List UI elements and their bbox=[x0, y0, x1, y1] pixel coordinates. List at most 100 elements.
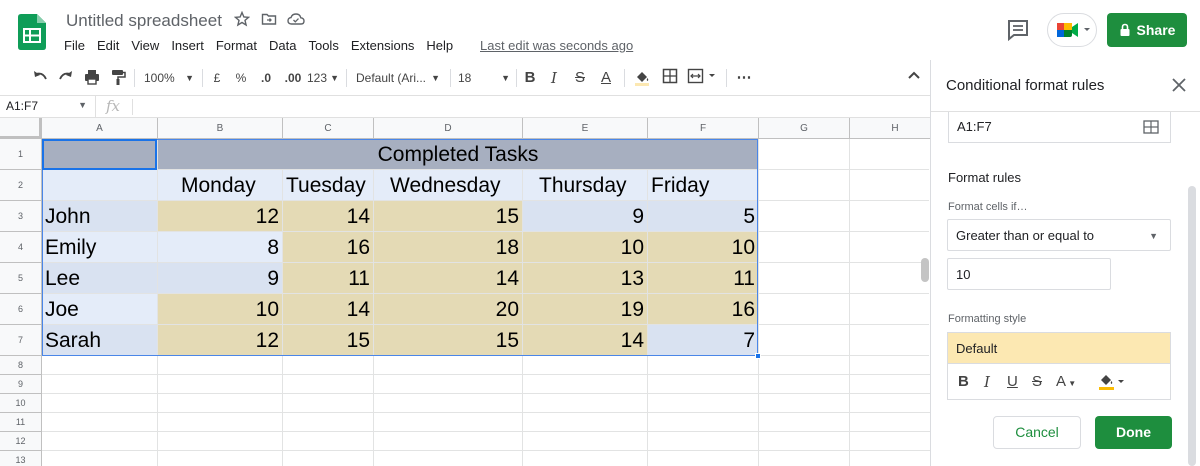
menu-insert[interactable]: Insert bbox=[165, 36, 210, 56]
move-folder-icon[interactable] bbox=[260, 11, 278, 29]
print-icon[interactable] bbox=[82, 68, 102, 88]
value-cell[interactable]: 14 bbox=[374, 263, 523, 294]
column-header-h[interactable]: H bbox=[850, 118, 930, 139]
value-cell[interactable]: 10 bbox=[648, 232, 759, 263]
merge-cells-icon[interactable] bbox=[686, 68, 720, 88]
row-header-8[interactable]: 8 bbox=[0, 356, 42, 375]
bold-icon[interactable]: B bbox=[522, 68, 538, 88]
cell-a1[interactable] bbox=[42, 139, 158, 170]
fill-handle[interactable] bbox=[755, 353, 761, 359]
redo-icon[interactable] bbox=[56, 68, 76, 88]
row-header-12[interactable]: 12 bbox=[0, 432, 42, 451]
panel-scrollbar[interactable] bbox=[1188, 186, 1196, 466]
more-formats-select[interactable]: 123 ▼ bbox=[307, 68, 339, 88]
format-percent-button[interactable]: % bbox=[234, 68, 248, 88]
row-header-11[interactable]: 11 bbox=[0, 413, 42, 432]
column-header-c[interactable]: C bbox=[283, 118, 374, 139]
menu-view[interactable]: View bbox=[125, 36, 165, 56]
condition-select[interactable]: Greater than or equal to ▼ bbox=[947, 219, 1171, 251]
borders-icon[interactable] bbox=[660, 68, 680, 88]
column-header-b[interactable]: B bbox=[158, 118, 283, 139]
menu-tools[interactable]: Tools bbox=[302, 36, 344, 56]
row-header-6[interactable]: 6 bbox=[0, 294, 42, 325]
value-cell[interactable]: 20 bbox=[374, 294, 523, 325]
column-header-f[interactable]: F bbox=[648, 118, 759, 139]
vertical-scrollbar[interactable] bbox=[921, 258, 929, 282]
value-cell[interactable]: 9 bbox=[523, 201, 648, 232]
row-header-10[interactable]: 10 bbox=[0, 394, 42, 413]
condition-value-input[interactable]: 10 bbox=[947, 258, 1111, 290]
underline-icon[interactable]: U bbox=[1007, 373, 1018, 390]
close-icon[interactable] bbox=[1169, 76, 1189, 96]
value-cell[interactable]: 14 bbox=[283, 294, 374, 325]
italic-icon[interactable]: I bbox=[984, 373, 990, 391]
star-icon[interactable] bbox=[233, 10, 251, 29]
value-cell[interactable]: 14 bbox=[283, 201, 374, 232]
row-header-1[interactable]: 1 bbox=[0, 139, 42, 170]
value-cell[interactable]: 19 bbox=[523, 294, 648, 325]
last-edit-link[interactable]: Last edit was seconds ago bbox=[480, 38, 633, 53]
zoom-select[interactable]: 100% ▼ bbox=[144, 68, 196, 88]
apply-to-range-input[interactable]: A1:F7 bbox=[948, 112, 1171, 143]
comment-history-icon[interactable] bbox=[1004, 16, 1032, 44]
done-button[interactable]: Done bbox=[1095, 416, 1172, 449]
bold-icon[interactable]: B bbox=[958, 373, 969, 390]
value-cell[interactable]: 13 bbox=[523, 263, 648, 294]
value-cell[interactable]: 11 bbox=[648, 263, 759, 294]
spreadsheet-grid[interactable]: A B C D E F G H 1 2 3 4 5 6 7 8 9 10 11 … bbox=[0, 118, 930, 466]
row-header-7[interactable]: 7 bbox=[0, 325, 42, 356]
format-currency-button[interactable]: £ bbox=[210, 68, 224, 88]
person-name-cell[interactable]: Sarah bbox=[42, 325, 158, 356]
person-name-cell[interactable]: Lee bbox=[42, 263, 158, 294]
day-header-tuesday[interactable]: Tuesday bbox=[283, 170, 374, 201]
value-cell[interactable]: 14 bbox=[523, 325, 648, 356]
value-cell[interactable]: 18 bbox=[374, 232, 523, 263]
cancel-button[interactable]: Cancel bbox=[993, 416, 1081, 449]
value-cell[interactable]: 10 bbox=[158, 294, 283, 325]
column-header-e[interactable]: E bbox=[523, 118, 648, 139]
menu-file[interactable]: File bbox=[58, 36, 91, 56]
menu-data[interactable]: Data bbox=[263, 36, 302, 56]
font-size-select[interactable]: 18 ▼ bbox=[458, 68, 510, 88]
value-cell[interactable]: 8 bbox=[158, 232, 283, 263]
text-color-icon[interactable]: A ▼ bbox=[1056, 373, 1076, 390]
menu-help[interactable]: Help bbox=[420, 36, 459, 56]
italic-icon[interactable]: I bbox=[546, 68, 562, 88]
value-cell[interactable]: 15 bbox=[374, 325, 523, 356]
person-name-cell[interactable]: John bbox=[42, 201, 158, 232]
collapse-toolbar-icon[interactable] bbox=[905, 68, 923, 88]
strikethrough-icon[interactable]: S bbox=[572, 68, 588, 88]
row-header-13[interactable]: 13 bbox=[0, 451, 42, 466]
meet-button[interactable] bbox=[1047, 13, 1097, 47]
value-cell[interactable]: 16 bbox=[648, 294, 759, 325]
value-cell[interactable]: 5 bbox=[648, 201, 759, 232]
column-header-a[interactable]: A bbox=[42, 118, 158, 139]
cell-a2[interactable] bbox=[42, 170, 158, 201]
formatting-style-preview[interactable]: Default bbox=[947, 332, 1171, 364]
document-title[interactable]: Untitled spreadsheet bbox=[66, 11, 222, 31]
day-header-wednesday[interactable]: Wednesday bbox=[374, 170, 523, 201]
sheets-logo-icon[interactable] bbox=[18, 14, 46, 50]
value-cell[interactable]: 16 bbox=[283, 232, 374, 263]
cloud-status-icon[interactable] bbox=[287, 11, 305, 29]
value-cell[interactable]: 12 bbox=[158, 201, 283, 232]
value-cell[interactable]: 10 bbox=[523, 232, 648, 263]
day-header-monday[interactable]: Monday bbox=[158, 170, 283, 201]
share-button[interactable]: Share bbox=[1107, 13, 1187, 47]
value-cell[interactable]: 15 bbox=[374, 201, 523, 232]
value-cell[interactable]: 9 bbox=[158, 263, 283, 294]
value-cell[interactable]: 7 bbox=[648, 325, 759, 356]
column-header-g[interactable]: G bbox=[759, 118, 850, 139]
row-header-9[interactable]: 9 bbox=[0, 375, 42, 394]
select-all-corner[interactable] bbox=[0, 118, 42, 139]
fill-color-icon[interactable] bbox=[632, 68, 652, 88]
value-cell[interactable]: 15 bbox=[283, 325, 374, 356]
font-family-select[interactable]: Default (Ari... ▼ bbox=[356, 68, 440, 88]
strikethrough-icon[interactable]: S bbox=[1032, 373, 1042, 390]
table-title-cell[interactable]: Completed Tasks bbox=[158, 139, 759, 170]
person-name-cell[interactable]: Joe bbox=[42, 294, 158, 325]
more-options-icon[interactable]: ⋯ bbox=[734, 68, 754, 88]
row-header-2[interactable]: 2 bbox=[0, 170, 42, 201]
menu-format[interactable]: Format bbox=[210, 36, 263, 56]
paint-format-icon[interactable] bbox=[108, 68, 128, 88]
